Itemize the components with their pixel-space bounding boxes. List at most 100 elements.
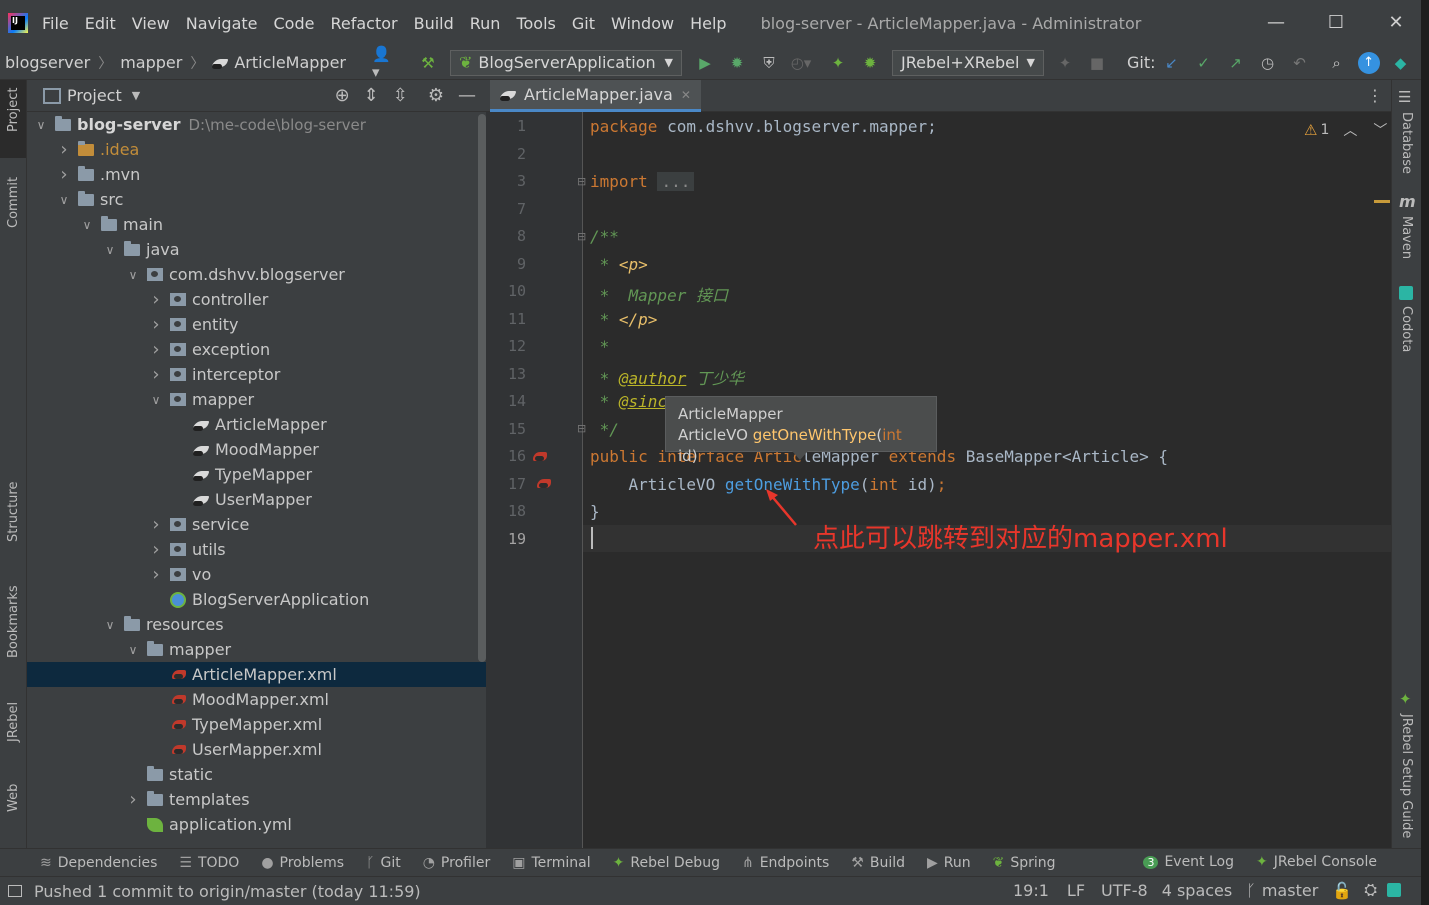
git-branch[interactable]: master [1262, 881, 1318, 900]
profile-icon[interactable]: ◴▾ [790, 52, 812, 74]
breadcrumb-item[interactable]: blogserver [5, 53, 90, 72]
chevron-right-icon[interactable]: › [150, 314, 162, 335]
tree-item[interactable]: ∨ com.dshvv.blogserver [27, 262, 486, 287]
tree-item[interactable]: ∨ java [27, 237, 486, 262]
tool-window-event-log[interactable]: 3 Event Log [1143, 854, 1234, 870]
tree-item[interactable]: MoodMapper.xml [27, 687, 486, 712]
tool-window-endpoints[interactable]: ⋔ Endpoints [742, 855, 829, 871]
inspection-widget[interactable]: ⚠ 1 ︿ ﹀ [1304, 120, 1387, 140]
project-scrollbar[interactable] [478, 114, 486, 662]
git-update-icon[interactable]: ↙ [1161, 52, 1183, 74]
expand-all-icon[interactable]: ⇕ [364, 85, 379, 106]
tree-item[interactable]: › templates [27, 787, 486, 812]
tree-item[interactable]: BlogServerApplication [27, 587, 486, 612]
tree-item[interactable]: ∨ mapper [27, 387, 486, 412]
tree-item[interactable]: UserMapper.xml [27, 737, 486, 762]
chevron-right-icon[interactable]: › [150, 339, 162, 360]
stripe-label-structure[interactable]: Structure [6, 482, 21, 542]
tree-item[interactable]: › controller [27, 287, 486, 312]
jrebel-debug-icon[interactable]: ✹ [859, 52, 881, 74]
menu-refactor[interactable]: Refactor [330, 14, 397, 33]
chevron-down-icon[interactable]: ﹀ [1373, 120, 1387, 140]
chevron-right-icon[interactable]: › [127, 789, 139, 810]
stripe-label-maven[interactable]: Maven [1399, 216, 1414, 259]
fold-icon[interactable]: ⊟ [577, 230, 586, 243]
codota-status-icon[interactable] [1387, 883, 1401, 897]
tool-window-todo[interactable]: ☰ TODO [179, 855, 239, 871]
tool-window-jrebel-console[interactable]: ✦ JRebel Console [1256, 854, 1377, 870]
chevron-down-icon[interactable]: ∨ [58, 193, 70, 207]
editor-tab-articlemapper[interactable]: ArticleMapper.java ✕ [490, 80, 701, 112]
status-message[interactable]: Pushed 1 commit to origin/master (today … [34, 882, 421, 901]
tool-window-run[interactable]: ▶ Run [927, 855, 971, 871]
tree-item[interactable]: ∨ src [27, 187, 486, 212]
database-icon[interactable]: ☰ [1398, 88, 1411, 106]
locate-file-icon[interactable]: ⊕ [335, 85, 350, 106]
tool-window-git[interactable]: ᚴ Git [366, 855, 401, 871]
warning-stripe-marker[interactable] [1374, 200, 1390, 203]
menu-window[interactable]: Window [611, 14, 674, 33]
chevron-down-icon[interactable]: ∨ [104, 243, 116, 257]
chevron-right-icon[interactable]: › [58, 164, 70, 185]
line-separator[interactable]: LF [1067, 881, 1085, 900]
folded-imports[interactable]: ... [657, 172, 695, 191]
user-icon[interactable]: 👤▾ [372, 45, 394, 81]
jrebel-mode-select[interactable]: JRebel+XRebel ▼ [892, 49, 1044, 76]
menu-view[interactable]: View [132, 14, 170, 33]
tree-root[interactable]: ∨ blog-server D:\me-code\blog-server [27, 112, 486, 137]
tree-item[interactable]: TypeMapper.xml [27, 712, 486, 737]
chevron-down-icon[interactable]: ∨ [150, 393, 162, 407]
menu-git[interactable]: Git [572, 14, 595, 33]
tool-window-rebel-debug[interactable]: ✦ Rebel Debug [613, 855, 720, 871]
stripe-label-jrebel-setup[interactable]: JRebel Setup Guide [1399, 714, 1414, 838]
menu-tools[interactable]: Tools [516, 14, 555, 33]
stripe-label-bookmarks[interactable]: Bookmarks [6, 585, 21, 658]
chevron-right-icon[interactable]: › [58, 139, 70, 160]
run-configuration-select[interactable]: ❦ BlogServerApplication ▼ [450, 49, 682, 76]
chevron-down-icon[interactable]: ∨ [81, 218, 93, 232]
chevron-down-icon[interactable]: ∨ [127, 268, 139, 282]
tool-window-build[interactable]: ⚒ Build [851, 855, 905, 871]
menu-edit[interactable]: Edit [85, 14, 116, 33]
stripe-label-database[interactable]: Database [1399, 112, 1414, 174]
run-icon[interactable]: ▶ [694, 52, 716, 74]
jrebel-update-icon[interactable]: ✦ [1054, 52, 1076, 74]
tree-item[interactable]: ∨ main [27, 212, 486, 237]
menu-navigate[interactable]: Navigate [186, 14, 258, 33]
menu-code[interactable]: Code [274, 14, 315, 33]
more-tabs-icon[interactable]: ⋮ [1367, 86, 1383, 105]
jrebel-guide-icon[interactable]: ✦ [1399, 690, 1412, 708]
tree-item[interactable]: static [27, 762, 486, 787]
codota-icon[interactable]: ◆ [1390, 52, 1412, 74]
chevron-right-icon[interactable]: › [150, 514, 162, 535]
caret-position[interactable]: 19:1 [1013, 881, 1049, 900]
stripe-label-jrebel[interactable]: JRebel [6, 702, 21, 742]
chevron-down-icon[interactable]: ∨ [127, 643, 139, 657]
stripe-label-codota[interactable]: Codota [1399, 306, 1414, 352]
rollback-icon[interactable]: ↶ [1289, 52, 1311, 74]
lock-icon[interactable]: 🔓 [1332, 881, 1352, 900]
tree-item[interactable]: application.yml [27, 812, 486, 837]
cloud-gear-icon[interactable]: ⛭ [1364, 880, 1377, 900]
tree-item[interactable]: › .mvn [27, 162, 486, 187]
stripe-label-commit[interactable]: Commit [6, 177, 21, 228]
menu-help[interactable]: Help [690, 14, 726, 33]
chevron-right-icon[interactable]: › [150, 289, 162, 310]
chevron-down-icon[interactable]: ∨ [35, 118, 47, 132]
chevron-down-icon[interactable]: ∨ [104, 618, 116, 632]
stripe-label-web[interactable]: Web [6, 784, 21, 812]
file-encoding[interactable]: UTF-8 [1101, 881, 1148, 900]
tool-window-problems[interactable]: ● Problems [261, 855, 344, 871]
tool-window-profiler[interactable]: ◔ Profiler [423, 855, 491, 871]
tree-item[interactable]: › service [27, 512, 486, 537]
tool-window-dependencies[interactable]: ≋ Dependencies [40, 855, 157, 871]
maven-icon[interactable]: m [1399, 192, 1416, 211]
chevron-up-icon[interactable]: ︿ [1343, 120, 1357, 140]
stripe-label-project[interactable]: Project [6, 88, 21, 132]
debug-icon[interactable]: ✹ [726, 52, 748, 74]
tree-item[interactable]: ArticleMapper [27, 412, 486, 437]
indent-setting[interactable]: 4 spaces [1162, 881, 1233, 900]
close-tab-icon[interactable]: ✕ [681, 88, 691, 102]
codota-icon[interactable] [1399, 286, 1413, 300]
tree-item[interactable]: ∨ mapper [27, 637, 486, 662]
